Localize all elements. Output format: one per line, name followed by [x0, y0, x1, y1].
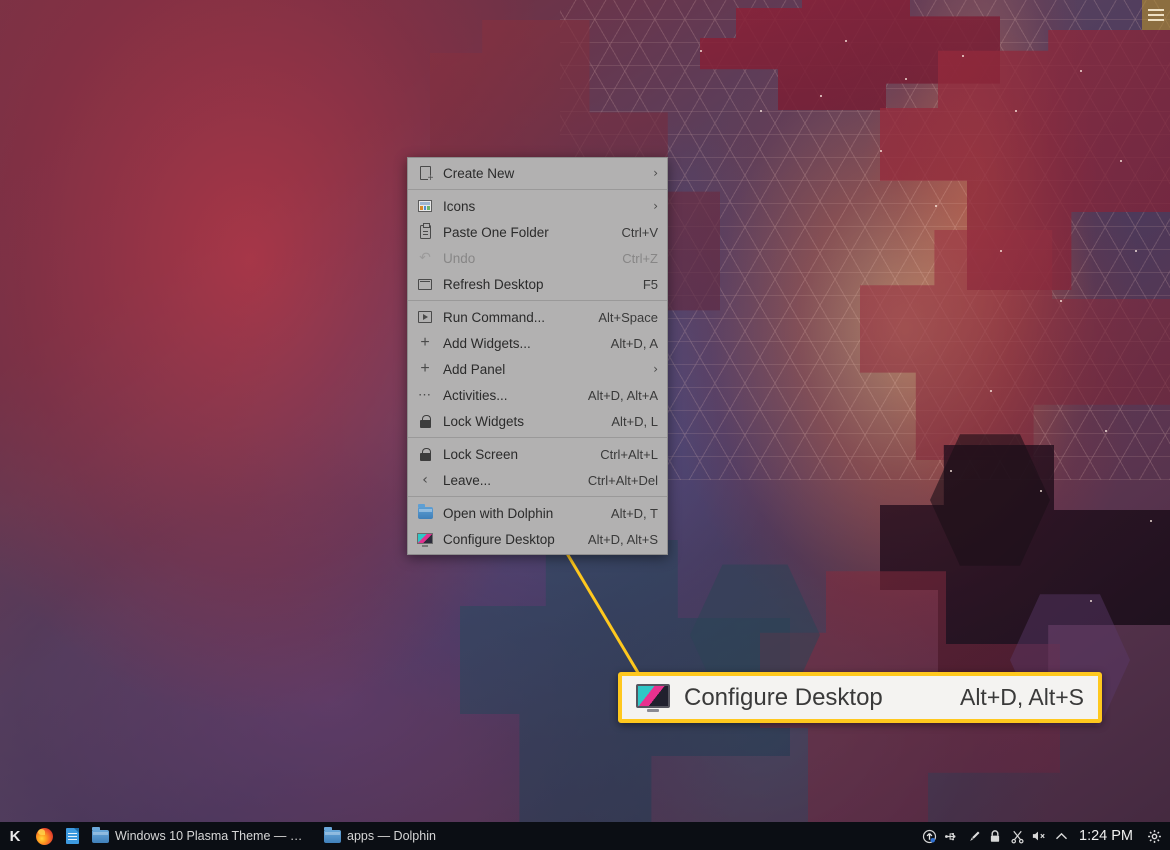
leave-chevron-icon: ‹	[422, 472, 428, 488]
menu-item-shortcut: Alt+D, T	[610, 505, 658, 521]
volume-muted-icon[interactable]	[1028, 822, 1050, 850]
menu-item-label: Lock Widgets	[443, 413, 525, 429]
menu-item-shortcut: Ctrl+Z	[622, 250, 658, 266]
folder-icon	[416, 504, 434, 521]
menu-item-label: Lock Screen	[443, 446, 519, 462]
configure-desktop-callout: Configure Desktop Alt+D, Alt+S	[618, 672, 1102, 723]
menu-item-label: Configure Desktop	[443, 531, 555, 547]
menu-item-label: Add Widgets...	[443, 335, 531, 351]
menu-separator	[408, 300, 667, 301]
refresh-desktop-icon	[416, 276, 434, 292]
taskbar-left-section: K Windows 10 Plasma Theme — Do... apps —…	[0, 822, 444, 850]
system-tray[interactable]: 1:24 PM	[918, 822, 1170, 850]
plus-icon: +	[420, 334, 430, 351]
usb-icon[interactable]	[940, 822, 962, 850]
lock-icon[interactable]	[984, 822, 1006, 850]
desktop-context-menu[interactable]: Create New › Icons › Paste One Folder Ct…	[407, 157, 668, 555]
menu-item-shortcut: Alt+Space	[598, 309, 658, 325]
icons-grid-icon	[416, 198, 434, 214]
menu-item-shortcut: Ctrl+Alt+Del	[587, 472, 658, 488]
folder-icon	[92, 826, 109, 843]
monitor-icon	[416, 531, 434, 547]
taskbar[interactable]: K Windows 10 Plasma Theme — Do... apps —…	[0, 822, 1170, 850]
chevron-right-icon: ›	[653, 362, 658, 376]
chevron-right-icon: ›	[653, 199, 658, 213]
menu-item-configure-desktop[interactable]: Configure Desktop Alt+D, Alt+S	[408, 526, 667, 552]
menu-item-paste-one-folder[interactable]: Paste One Folder Ctrl+V	[408, 219, 667, 245]
gear-icon[interactable]	[1142, 822, 1166, 850]
menu-item-shortcut: Alt+D, Alt+S	[587, 531, 658, 547]
desktop-toolbox-button[interactable]	[1142, 0, 1170, 30]
menu-item-label: Add Panel	[443, 361, 506, 377]
menu-item-shortcut: F5	[642, 276, 658, 292]
menu-item-icons[interactable]: Icons ›	[408, 193, 667, 219]
wallpaper-shard	[700, 0, 1000, 110]
menu-separator	[408, 189, 667, 190]
menu-item-refresh-desktop[interactable]: Refresh Desktop F5	[408, 271, 667, 297]
menu-item-lock-screen[interactable]: Lock Screen Ctrl+Alt+L	[408, 441, 667, 467]
menu-item-undo: ↶ Undo Ctrl+Z	[408, 245, 667, 271]
menu-separator	[408, 496, 667, 497]
run-command-icon	[416, 309, 434, 325]
menu-item-shortcut: Alt+D, L	[611, 413, 658, 429]
menu-item-leave[interactable]: ‹ Leave... Ctrl+Alt+Del	[408, 467, 667, 493]
wallpaper-shard	[860, 230, 1170, 460]
clipboard-paste-icon	[416, 223, 434, 240]
clock[interactable]: 1:24 PM	[1072, 828, 1142, 844]
lock-icon	[416, 413, 434, 429]
menu-item-add-panel[interactable]: + Add Panel ›	[408, 356, 667, 382]
wallpaper-shard	[880, 30, 1170, 290]
menu-item-shortcut: Ctrl+Alt+L	[600, 446, 658, 462]
task-button[interactable]: Windows 10 Plasma Theme — Do...	[88, 825, 318, 847]
menu-item-open-with-dolphin[interactable]: Open with Dolphin Alt+D, T	[408, 500, 667, 526]
chevron-up-icon[interactable]	[1050, 822, 1072, 850]
folder-icon	[324, 826, 341, 843]
menu-item-shortcut: Ctrl+V	[621, 224, 658, 240]
undo-icon: ↶	[419, 250, 431, 266]
menu-item-add-widgets[interactable]: + Add Widgets... Alt+D, A	[408, 330, 667, 356]
menu-item-lock-widgets[interactable]: Lock Widgets Alt+D, L	[408, 408, 667, 434]
hamburger-line	[1148, 19, 1164, 21]
menu-item-label: Icons	[443, 198, 476, 214]
menu-item-label: Create New	[443, 165, 515, 181]
new-document-icon	[416, 165, 434, 183]
hamburger-line	[1148, 14, 1164, 16]
wallpaper-shard	[880, 445, 1170, 690]
menu-separator	[408, 437, 667, 438]
activities-dots-icon: ⋯	[418, 386, 432, 402]
software-update-icon[interactable]	[918, 822, 940, 850]
task-title: apps — Dolphin	[347, 829, 436, 843]
brush-icon[interactable]	[962, 822, 984, 850]
menu-item-shortcut: Alt+D, Alt+A	[587, 387, 658, 403]
menu-item-label: Run Command...	[443, 309, 546, 325]
menu-item-label: Paste One Folder	[443, 224, 549, 240]
firefox-icon[interactable]	[30, 822, 58, 850]
menu-item-label: Activities...	[443, 387, 508, 403]
chevron-right-icon: ›	[653, 166, 658, 180]
menu-item-label: Leave...	[443, 472, 492, 488]
callout-shortcut: Alt+D, Alt+S	[959, 684, 1084, 710]
document-icon[interactable]	[58, 822, 86, 850]
hamburger-line	[1148, 9, 1164, 11]
menu-item-create-new[interactable]: Create New ›	[408, 160, 667, 186]
menu-item-activities[interactable]: ⋯ Activities... Alt+D, Alt+A	[408, 382, 667, 408]
plus-icon: +	[420, 360, 430, 377]
lock-icon	[416, 446, 434, 462]
scissors-icon[interactable]	[1006, 822, 1028, 850]
wallpaper-hex	[930, 434, 1050, 566]
menu-item-label: Open with Dolphin	[443, 505, 554, 521]
callout-label: Configure Desktop	[684, 683, 883, 711]
monitor-icon	[636, 683, 670, 712]
menu-item-label: Undo	[443, 250, 476, 266]
kde-logo-icon[interactable]: K	[0, 822, 30, 850]
menu-item-label: Refresh Desktop	[443, 276, 544, 292]
task-title: Windows 10 Plasma Theme — Do...	[115, 829, 310, 843]
kde-logo-label: K	[9, 827, 21, 845]
task-button[interactable]: apps — Dolphin	[320, 825, 444, 847]
menu-item-shortcut: Alt+D, A	[610, 335, 658, 351]
menu-item-run-command[interactable]: Run Command... Alt+Space	[408, 304, 667, 330]
